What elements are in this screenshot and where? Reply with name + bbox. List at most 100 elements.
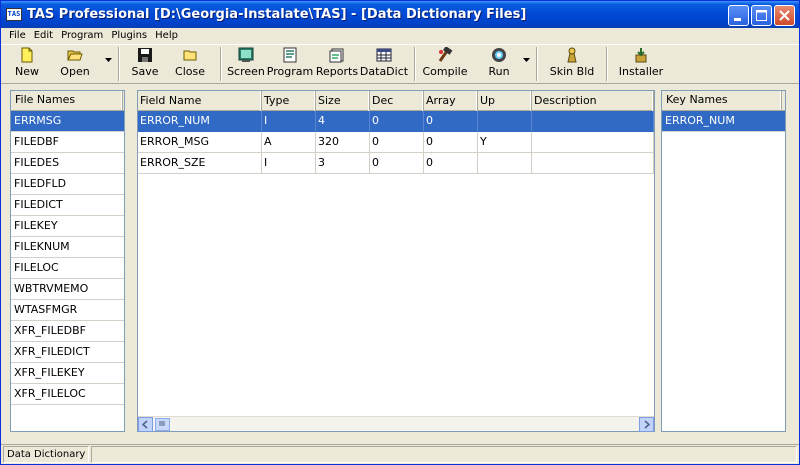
compile-button[interactable]: Compile [421,45,469,83]
file-list-item[interactable]: FILELOC [11,258,124,279]
menu-file[interactable]: File [5,29,30,43]
reports-icon [329,48,344,63]
close-button[interactable]: Close [165,45,215,83]
toolbar-separator [220,47,222,81]
column-header-dec[interactable]: Dec [370,91,424,111]
close-icon [779,10,790,21]
screen-icon [238,47,254,62]
compile-icon [438,47,453,62]
run-dropdown-arrow[interactable] [521,45,531,83]
cell-type[interactable]: I [262,153,316,174]
app-icon[interactable]: TAS [6,8,22,21]
file-list-item[interactable]: FILEDFLD [11,174,124,195]
cell-description[interactable] [532,132,654,153]
column-header-field-name[interactable]: Field Name [138,91,262,111]
open-dropdown-arrow[interactable] [103,45,113,83]
column-header-description[interactable]: Description [532,91,654,111]
cell-field-name[interactable]: ERROR_SZE [138,153,262,174]
grip-icon [159,420,165,426]
skin-build-button[interactable]: Skin Bld [543,45,601,83]
cell-dec[interactable]: 0 [370,111,424,132]
key-names-header[interactable]: Key Names [662,91,785,111]
cell-array[interactable]: 0 [424,132,478,153]
menu-help[interactable]: Help [151,29,182,43]
new-file-icon [21,47,33,63]
cell-up[interactable] [478,111,532,132]
file-list-item[interactable]: FILEKNUM [11,237,124,258]
column-header-size[interactable]: Size [316,91,370,111]
dropdown-arrow-icon [522,58,530,62]
save-button[interactable]: Save [125,45,165,83]
file-list-item[interactable]: FILEDBF [11,132,124,153]
cell-field-name[interactable]: ERROR_MSG [138,132,262,153]
cell-up[interactable] [478,153,532,174]
cell-type[interactable]: I [262,111,316,132]
cell-up[interactable]: Y [478,132,532,153]
cell-dec[interactable]: 0 [370,153,424,174]
menu-edit[interactable]: Edit [30,29,57,43]
file-list-item[interactable]: XFR_FILEDICT [11,342,124,363]
key-names-list[interactable]: Key Names ERROR_NUM [661,90,786,432]
column-header-type[interactable]: Type [262,91,316,111]
file-names-header-label: File Names [13,91,123,110]
program-button[interactable]: Program [265,45,315,83]
open-button[interactable]: Open [47,45,103,83]
run-button[interactable]: Run [477,45,521,83]
file-names-list[interactable]: File Names ERRMSG FILEDBF FILEDES FILEDFLD F… [10,90,125,432]
new-label: New [15,65,39,78]
table-row[interactable]: ERROR_MSG A 320 0 0 Y [138,132,654,153]
reports-button[interactable]: Reports [315,45,359,83]
file-list-item[interactable]: XFR_FILELOC [11,384,124,405]
new-button[interactable]: New [7,45,47,83]
menu-program[interactable]: Program [57,29,107,43]
screen-button[interactable]: Screen [227,45,265,83]
file-list-item[interactable]: XFR_FILEKEY [11,363,124,384]
file-list-item[interactable]: XFR_FILEDBF [11,321,124,342]
minimize-button[interactable] [728,5,749,26]
minimize-icon [734,18,741,21]
status-panel-empty [91,446,797,463]
cell-field-name[interactable]: ERROR_NUM [138,111,262,132]
column-header-array[interactable]: Array [424,91,478,111]
scroll-left-button[interactable] [138,416,153,432]
program-icon [283,47,297,63]
datadict-label: DataDict [359,65,409,78]
file-list-item[interactable]: WBTRVMEMO [11,279,124,300]
cell-type[interactable]: A [262,132,316,153]
menu-bar: File Edit Program Plugins Help [1,28,799,44]
table-row[interactable]: ERROR_NUM I 4 0 0 [138,111,654,132]
cell-description[interactable] [532,153,654,174]
file-list-item[interactable]: FILEDICT [11,195,124,216]
compile-label: Compile [422,65,468,78]
column-header-up[interactable]: Up [478,91,532,111]
scroll-thumb[interactable] [155,417,170,431]
key-list-item[interactable]: ERROR_NUM [662,111,785,132]
close-window-button[interactable] [774,5,795,26]
file-list-item[interactable]: FILEDES [11,153,124,174]
file-list-item[interactable]: WTASFMGR [11,300,124,321]
cell-size[interactable]: 3 [316,153,370,174]
field-grid[interactable]: Field Name Type Size Dec Array Up Description … [137,90,655,432]
cell-dec[interactable]: 0 [370,132,424,153]
scroll-right-button[interactable] [639,416,654,432]
file-list-item[interactable]: FILEKEY [11,216,124,237]
toolbar-separator [536,47,538,81]
screen-label: Screen [227,65,265,78]
maximize-button[interactable] [751,5,772,26]
file-names-header[interactable]: File Names [11,91,124,111]
open-folder-icon [67,50,83,61]
save-label: Save [131,65,159,78]
horizontal-scrollbar[interactable] [138,416,654,432]
file-list-item[interactable]: ERRMSG [11,111,124,132]
datadict-button[interactable]: DataDict [359,45,409,83]
cell-array[interactable]: 0 [424,153,478,174]
cell-size[interactable]: 320 [316,132,370,153]
installer-button[interactable]: Installer [613,45,669,83]
open-label: Open [60,65,90,78]
menu-plugins[interactable]: Plugins [107,29,151,43]
cell-size[interactable]: 4 [316,111,370,132]
table-row[interactable]: ERROR_SZE I 3 0 0 [138,153,654,174]
title-bar[interactable]: TAS TAS Professional [D:\Georgia-Instala… [1,1,799,28]
cell-array[interactable]: 0 [424,111,478,132]
cell-description[interactable] [532,111,654,132]
